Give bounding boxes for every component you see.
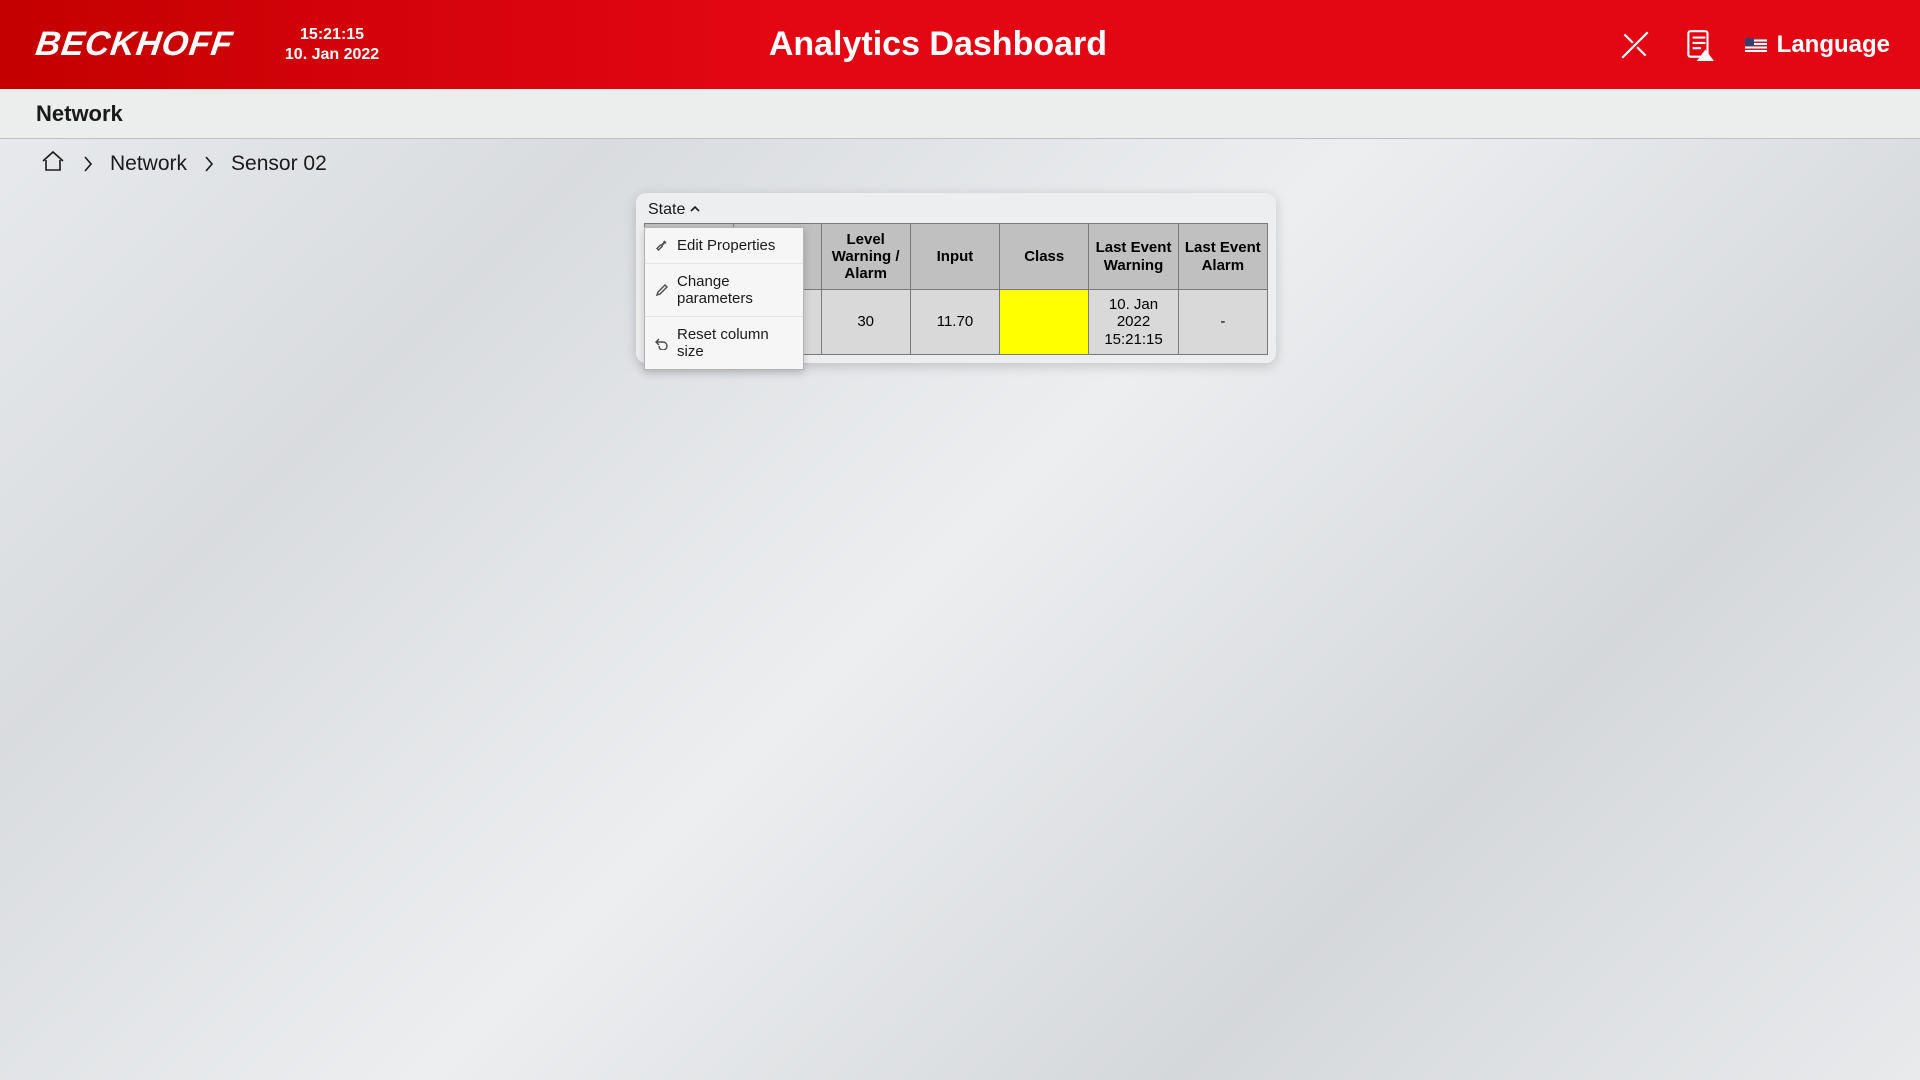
home-icon[interactable] (40, 149, 66, 179)
subnav-item-network[interactable]: Network (36, 101, 123, 127)
chevron-right-icon (203, 154, 215, 174)
cell-last-warning: 10. Jan 2022 15:21:15 (1089, 290, 1178, 355)
menu-reset-label: Reset column size (677, 326, 793, 360)
col-header-last-alarm[interactable]: Last Event Alarm (1178, 224, 1267, 290)
panel-title-row[interactable]: State (644, 199, 1268, 223)
undo-icon (655, 336, 669, 350)
col-header-last-warning[interactable]: Last Event Warning (1089, 224, 1178, 290)
chevron-up-icon (689, 201, 701, 219)
menu-change-parameters[interactable]: Change parameters (645, 264, 803, 317)
cell-level: 30 (821, 290, 910, 355)
header-actions: Language (1617, 27, 1890, 63)
subnav-bar: Network (0, 89, 1920, 139)
col-header-input[interactable]: Input (910, 224, 999, 290)
app-header: BECKHOFF 15:21:15 10. Jan 2022 Analytics… (0, 0, 1920, 89)
panel-title: State (648, 201, 685, 219)
logo: BECKHOFF (33, 25, 235, 64)
page-title: Analytics Dashboard (259, 25, 1616, 64)
report-alert-icon[interactable] (1681, 27, 1717, 63)
column-context-menu: Edit Properties Change parameters Reset … (644, 227, 804, 370)
wrench-icon (655, 239, 669, 253)
cell-class (1000, 290, 1089, 355)
state-panel: State Edit Properties Change parameters (636, 193, 1276, 363)
menu-reset-column-size[interactable]: Reset column size (645, 317, 803, 369)
language-label: Language (1777, 31, 1890, 59)
menu-change-label: Change parameters (677, 273, 793, 307)
menu-edit-properties[interactable]: Edit Properties (645, 228, 803, 264)
col-header-class[interactable]: Class (1000, 224, 1089, 290)
chevron-right-icon (82, 154, 94, 174)
breadcrumb-sensor[interactable]: Sensor 02 (231, 152, 327, 176)
col-header-level[interactable]: Level Warning / Alarm (821, 224, 910, 290)
language-selector[interactable]: Language (1745, 31, 1890, 59)
menu-edit-label: Edit Properties (677, 237, 775, 254)
pencil-icon (655, 283, 669, 297)
flag-icon (1745, 38, 1767, 52)
cell-input: 11.70 (910, 290, 999, 355)
cell-last-alarm: - (1178, 290, 1267, 355)
breadcrumb-network[interactable]: Network (110, 152, 187, 176)
tools-icon[interactable] (1617, 27, 1653, 63)
breadcrumb: Network Sensor 02 (0, 139, 1920, 189)
